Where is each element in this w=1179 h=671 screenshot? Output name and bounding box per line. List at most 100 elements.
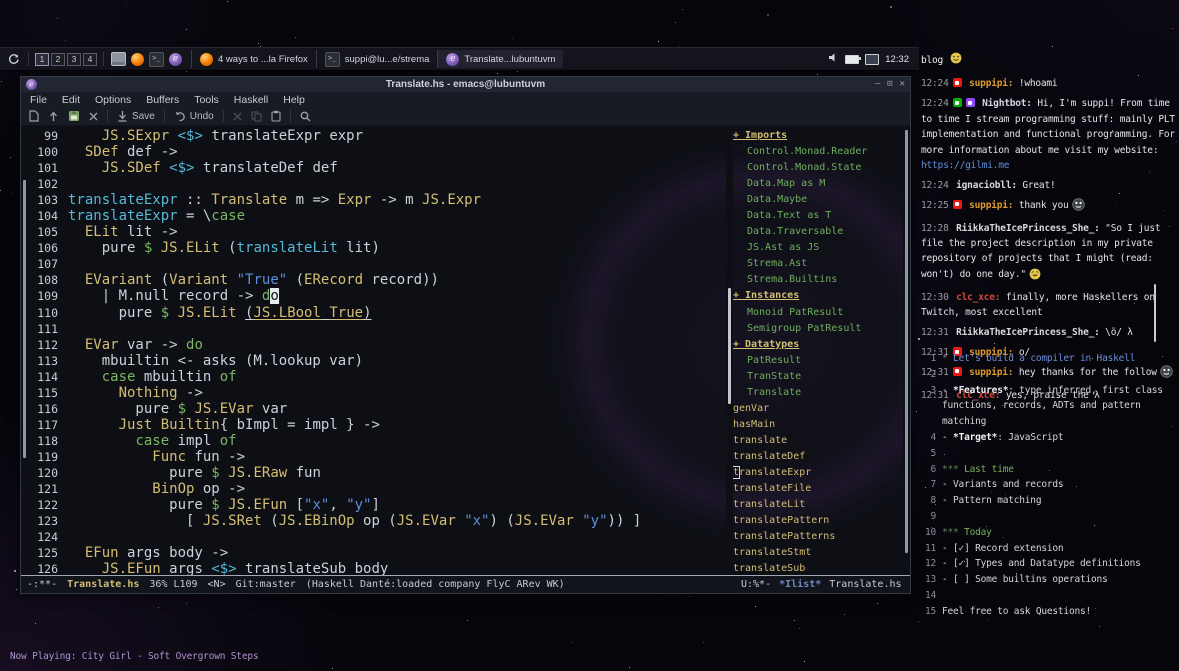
chat-message[interactable]: 12:31 RiikkaTheIcePrincess_She_: \ö/ λ [921, 325, 1177, 340]
chat-scrollbar-thumb[interactable] [1154, 284, 1156, 342]
panel-item-data-map-as-m[interactable]: Data.Map as M [733, 176, 903, 192]
panel-item-data-traversable[interactable]: Data.Traversable [733, 224, 903, 240]
code-line[interactable]: 111 [28, 321, 726, 337]
panel-item-translatesub[interactable]: translateSub [733, 561, 903, 575]
terminal-icon[interactable]: >_ [149, 52, 164, 67]
start-menu-icon[interactable] [6, 52, 21, 67]
menu-help[interactable]: Help [283, 94, 305, 106]
panel-item-genvar[interactable]: genVar [733, 401, 903, 417]
undo-button[interactable]: Undo [174, 111, 214, 122]
menu-haskell[interactable]: Haskell [234, 94, 268, 106]
code-line[interactable]: 102 [28, 176, 726, 192]
panel-item-translatedef[interactable]: translateDef [733, 449, 903, 465]
panel-item-strema-ast[interactable]: Strema.Ast [733, 256, 903, 272]
panel-item-translatestmt[interactable]: translateStmt [733, 545, 903, 561]
chat-username[interactable]: suppipi: [969, 200, 1013, 211]
panel-item-semigroup-patresult[interactable]: Semigroup PatResult [733, 321, 903, 337]
new-file-icon[interactable] [29, 110, 39, 122]
workspace-button-3[interactable]: 3 [67, 53, 81, 66]
chat-message[interactable]: 12:24 ignaciobll: Great! [921, 178, 1177, 193]
firefox-icon[interactable] [130, 52, 145, 67]
battery-icon[interactable] [845, 55, 859, 64]
panel-item-transtate[interactable]: TranState [733, 369, 903, 385]
menu-tools[interactable]: Tools [194, 94, 219, 106]
code-line[interactable]: 115 Nothing -> [28, 385, 726, 401]
code-line[interactable]: 114 case mbuiltin of [28, 369, 726, 385]
chat-message[interactable]: 12:24 Nightbot: Hi, I'm suppi! From time… [921, 96, 1177, 173]
panel-item--datatypes[interactable]: + Datatypes [733, 337, 903, 353]
code-line[interactable]: 124 [28, 529, 726, 545]
panel-item-strema-builtins[interactable]: Strema.Builtins [733, 272, 903, 288]
window-right-scrollbar[interactable] [903, 126, 910, 575]
panel-item-control-monad-state[interactable]: Control.Monad.State [733, 160, 903, 176]
right-scrollbar-thumb[interactable] [905, 130, 908, 552]
code-line[interactable]: 106 pure $ JS.ELit (translateLit lit) [28, 240, 726, 256]
panel-item-translatepatterns[interactable]: translatePatterns [733, 529, 903, 545]
chat-username[interactable]: ignaciobll: [956, 180, 1017, 191]
panel-item-translate[interactable]: Translate [733, 385, 903, 401]
workspace-button-4[interactable]: 4 [83, 53, 97, 66]
code-line[interactable]: 109 | M.null record -> do [28, 288, 726, 304]
code-line[interactable]: 110 pure $ JS.ELit (JS.LBool True) [28, 305, 726, 321]
kill-buffer-icon[interactable] [89, 112, 98, 121]
close-button[interactable]: ✕ [900, 78, 905, 91]
emacs-icon[interactable]: e [168, 52, 183, 67]
panel-item-data-text-as-t[interactable]: Data.Text as T [733, 208, 903, 224]
chat-message[interactable]: 12:25 suppipi: thank you [921, 198, 1177, 216]
chat-link[interactable]: https://gilmi.me [921, 160, 1009, 171]
panel-scrollbar-thumb[interactable] [728, 288, 731, 405]
code-line[interactable]: 112 EVar var -> do [28, 337, 726, 353]
display-icon[interactable] [865, 54, 879, 65]
panel-item-translate[interactable]: translate [733, 433, 903, 449]
panel-item-translateexpr[interactable]: translateExpr [733, 465, 903, 481]
code-line[interactable]: 107 [28, 256, 726, 272]
save-button[interactable]: Save [117, 110, 155, 122]
taskbar-clock[interactable]: 12:32 [885, 54, 909, 65]
code-line[interactable]: 99 JS.SExpr <$> translateExpr expr [28, 128, 726, 144]
chat-username[interactable]: Nightbot: [982, 98, 1032, 109]
panel-item-translatelit[interactable]: translateLit [733, 497, 903, 513]
code-line[interactable]: 117 Just Builtin{ bImpl = impl } -> [28, 417, 726, 433]
code-buffer[interactable]: 99 JS.SExpr <$> translateExpr expr100 SD… [28, 126, 726, 575]
code-line[interactable]: 108 EVariant (Variant "True" (ERecord re… [28, 272, 726, 288]
code-line[interactable]: 125 EFun args body -> [28, 545, 726, 561]
imenu-list-panel[interactable]: 23+ ImportsControl.Monad.ReaderControl.M… [733, 126, 903, 575]
paste-icon[interactable] [271, 110, 281, 122]
panel-item-translatepattern[interactable]: translatePattern [733, 513, 903, 529]
panel-item-monoid-patresult[interactable]: Monoid PatResult [733, 305, 903, 321]
code-line[interactable]: 113 mbuiltin <- asks (M.lookup var) [28, 353, 726, 369]
save-file-icon[interactable] [68, 110, 80, 122]
code-line[interactable]: 122 pure $ JS.EFun ["x", "y"] [28, 497, 726, 513]
file-manager-icon[interactable] [111, 52, 126, 67]
panel-item-hasmain[interactable]: hasMain [733, 417, 903, 433]
panel-item-js-ast-as-js[interactable]: JS.Ast as JS [733, 240, 903, 256]
code-line[interactable]: 118 case impl of [28, 433, 726, 449]
panel-scrollbar[interactable] [726, 126, 733, 575]
panel-item--imports[interactable]: 23+ Imports [733, 128, 903, 144]
open-file-icon[interactable] [48, 110, 59, 122]
panel-item-data-maybe[interactable]: Data.Maybe [733, 192, 903, 208]
taskbar-task-emacs[interactable]: e Translate...lubuntuvm [437, 50, 563, 68]
menu-file[interactable]: File [30, 94, 47, 106]
chat-username[interactable]: clc_xce: [956, 292, 1000, 303]
menu-buffers[interactable]: Buffers [146, 94, 179, 106]
code-line[interactable]: 104translateExpr = \case [28, 208, 726, 224]
code-line[interactable]: 103translateExpr :: Translate m => Expr … [28, 192, 726, 208]
chat-username[interactable]: suppipi: [969, 78, 1013, 89]
code-line[interactable]: 120 pure $ JS.ERaw fun [28, 465, 726, 481]
menu-options[interactable]: Options [95, 94, 131, 106]
menu-edit[interactable]: Edit [62, 94, 80, 106]
chat-username[interactable]: RiikkaTheIcePrincess_She_: [956, 223, 1100, 234]
panel-item-patresult[interactable]: PatResult [733, 353, 903, 369]
code-line[interactable]: 105 ELit lit -> [28, 224, 726, 240]
workspace-button-2[interactable]: 2 [51, 53, 65, 66]
taskbar-task-firefox[interactable]: 4 ways to ...la Firefox [191, 50, 316, 68]
code-scrollbar[interactable] [21, 126, 28, 575]
code-line[interactable]: 119 Func fun -> [28, 449, 726, 465]
code-line[interactable]: 121 BinOp op -> [28, 481, 726, 497]
search-icon[interactable] [300, 111, 311, 122]
volume-icon[interactable] [828, 52, 839, 66]
taskbar-task-terminal[interactable]: >_ suppi@lu...e/strema [316, 50, 438, 68]
code-line[interactable]: 100 SDef def -> [28, 144, 726, 160]
panel-item-translatefile[interactable]: translateFile [733, 481, 903, 497]
